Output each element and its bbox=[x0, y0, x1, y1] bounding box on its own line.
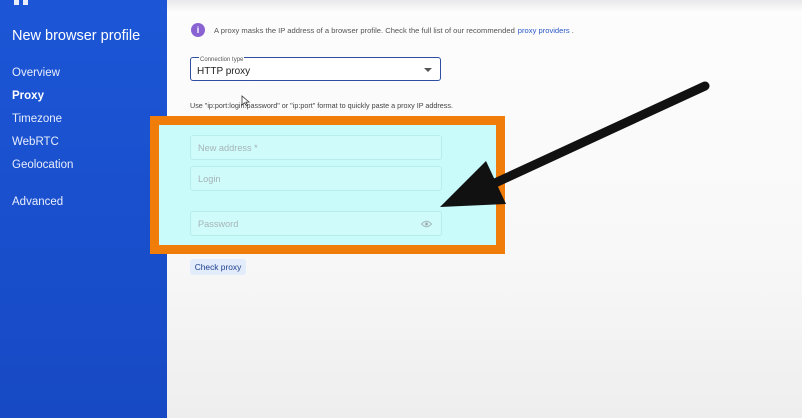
sidebar-title: New browser profile bbox=[12, 28, 141, 44]
sidebar-item-proxy[interactable]: Proxy bbox=[12, 88, 73, 111]
password-input[interactable]: Password bbox=[190, 211, 442, 236]
info-icon: i bbox=[191, 23, 205, 37]
connection-type-value: HTTP proxy bbox=[197, 66, 251, 77]
sidebar-item-webrtc[interactable]: WebRTC bbox=[12, 134, 73, 157]
sidebar-item-timezone[interactable]: Timezone bbox=[12, 111, 73, 134]
sidebar-item-geolocation[interactable]: Geolocation bbox=[12, 157, 73, 180]
sidebar-item-advanced[interactable]: Advanced bbox=[12, 194, 73, 217]
sidebar-nav: Overview Proxy Timezone WebRTC Geolocati… bbox=[12, 65, 73, 217]
top-divider bbox=[167, 0, 802, 12]
connection-type-select[interactable]: Connection type HTTP proxy bbox=[190, 57, 441, 81]
new-address-input[interactable]: New address * bbox=[190, 135, 442, 160]
info-banner: i A proxy masks the IP address of a brow… bbox=[191, 23, 574, 37]
login-placeholder: Login bbox=[198, 174, 221, 184]
sidebar: New browser profile Overview Proxy Timez… bbox=[0, 0, 167, 418]
connection-type-label: Connection type bbox=[199, 57, 245, 63]
new-address-placeholder: New address * bbox=[198, 143, 258, 153]
sidebar-item-overview[interactable]: Overview bbox=[12, 65, 73, 88]
info-suffix: . bbox=[571, 25, 574, 35]
login-input[interactable]: Login bbox=[190, 166, 442, 191]
proxy-providers-link[interactable]: proxy providers bbox=[518, 26, 570, 35]
check-proxy-button[interactable]: Check proxy bbox=[190, 259, 246, 275]
password-placeholder: Password bbox=[198, 219, 239, 229]
logo-icon bbox=[14, 0, 30, 5]
info-text: A proxy masks the IP address of a browse… bbox=[214, 25, 515, 35]
paste-format-hint: Use "ip:port:login:password" or "ip:port… bbox=[190, 101, 453, 110]
eye-icon[interactable] bbox=[421, 220, 432, 228]
chevron-down-icon bbox=[424, 68, 432, 72]
